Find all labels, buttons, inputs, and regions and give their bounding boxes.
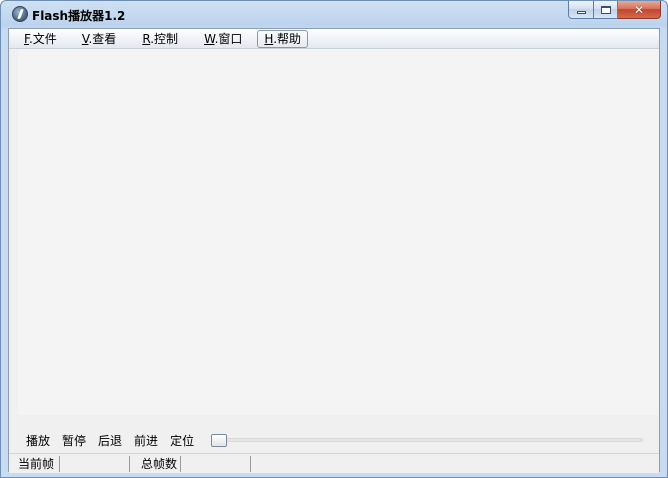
menu-help[interactable]: H.帮助 — [257, 29, 309, 48]
play-button[interactable]: 播放 — [25, 432, 51, 449]
frame-slider-track[interactable] — [211, 438, 643, 442]
frame-slider-thumb[interactable] — [211, 434, 227, 447]
window-title: Flash播放器1.2 — [32, 9, 126, 23]
flash-app-icon[interactable] — [12, 6, 28, 22]
close-button[interactable]: ✕ — [618, 1, 661, 19]
menu-control[interactable]: R.控制 — [135, 30, 185, 48]
client-area: F.文件 V.查看 R.控制 W.窗口 H.帮助 播放 暂停 后退 前进 定位 … — [8, 28, 660, 473]
menu-bar: F.文件 V.查看 R.控制 W.窗口 H.帮助 — [9, 29, 659, 49]
status-bar: 当前帧 总帧数 — [9, 453, 659, 473]
forward-button[interactable]: 前进 — [133, 432, 159, 449]
current-frame-value — [60, 456, 130, 472]
window-controls: ✕ — [568, 1, 661, 19]
maximize-button[interactable] — [594, 1, 618, 19]
playback-controls: 播放 暂停 后退 前进 定位 — [9, 429, 659, 451]
minimize-icon — [576, 10, 586, 14]
flash-player-area[interactable] — [18, 49, 659, 415]
menu-window[interactable]: W.窗口 — [197, 30, 249, 48]
total-frames-label: 总帧数 — [139, 456, 181, 472]
title-bar[interactable]: Flash播放器1.2 ✕ — [1, 1, 667, 29]
maximize-icon — [600, 5, 611, 14]
rewind-button[interactable]: 后退 — [97, 432, 123, 449]
app-window: Flash播放器1.2 ✕ F.文件 V.查看 R.控制 W.窗口 H.帮助 播… — [0, 0, 668, 478]
total-frames-value — [181, 456, 251, 472]
menu-view[interactable]: V.查看 — [75, 30, 124, 48]
minimize-button[interactable] — [568, 1, 594, 19]
seek-button[interactable]: 定位 — [169, 432, 195, 449]
pause-button[interactable]: 暂停 — [61, 432, 87, 449]
current-frame-label: 当前帧 — [16, 456, 60, 472]
menu-file[interactable]: F.文件 — [17, 30, 64, 48]
close-icon: ✕ — [633, 2, 645, 17]
